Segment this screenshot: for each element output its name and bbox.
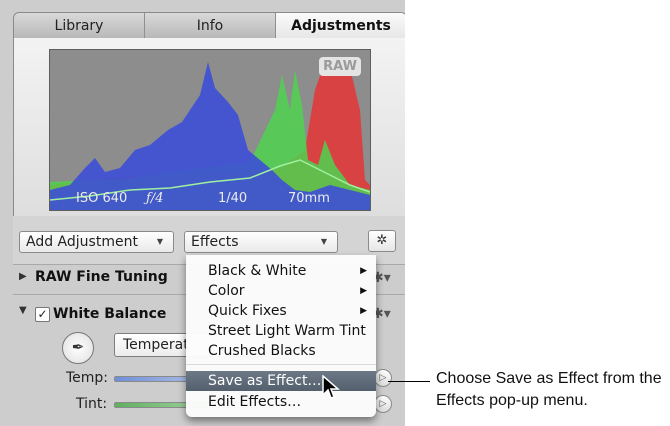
- focal-length-value: 70mm: [288, 191, 330, 206]
- raw-badge: RAW: [319, 57, 361, 76]
- callout-text: Choose Save as Effect from the Effects p…: [436, 370, 662, 409]
- raw-fine-tuning-label: RAW Fine Tuning: [35, 269, 168, 285]
- menu-item-edit-effects[interactable]: Edit Effects…: [186, 392, 376, 412]
- temp-label: Temp:: [66, 370, 109, 386]
- eyedropper-button[interactable]: ✒: [62, 332, 94, 364]
- aperture-value: ƒ/4: [146, 191, 164, 206]
- menu-item-crushed-blacks[interactable]: Crushed Blacks: [186, 341, 376, 361]
- inspector-tabs: Library Info Adjustments: [13, 12, 405, 40]
- white-balance-label: White Balance: [53, 306, 167, 322]
- disclosure-right-icon[interactable]: ▶: [19, 271, 27, 282]
- histogram: RAW ISO 640 ƒ/4 1/40 70mm: [49, 49, 371, 211]
- submenu-arrow-icon: ▶: [360, 286, 367, 296]
- menu-separator: [186, 364, 376, 365]
- menu-item-black-white[interactable]: Black & White ▶: [186, 261, 376, 281]
- tint-label: Tint:: [76, 396, 108, 412]
- shutter-value: 1/40: [218, 191, 248, 206]
- submenu-arrow-icon: ▶: [360, 266, 367, 276]
- add-adjustment-popup[interactable]: Add Adjustment ▼: [19, 231, 174, 253]
- menu-item-street-light-warm-tint[interactable]: Street Light Warm Tint: [186, 321, 376, 341]
- submenu-arrow-icon: ▶: [360, 306, 367, 316]
- mouse-pointer-icon: [322, 375, 340, 399]
- effects-menu: Black & White ▶ Color ▶ Quick Fixes ▶ Stree…: [186, 255, 376, 417]
- tint-reset-button[interactable]: ▷: [374, 395, 392, 413]
- chevron-down-icon: ▼: [156, 237, 163, 246]
- tab-adjustments[interactable]: Adjustments: [276, 13, 405, 39]
- disclosure-down-icon[interactable]: ▼: [19, 305, 27, 316]
- exif-info: ISO 640 ƒ/4 1/40 70mm: [50, 189, 370, 209]
- chevron-down-icon: ▼: [320, 237, 327, 246]
- callout-line: [388, 381, 430, 382]
- add-adjustment-label: Add Adjustment: [26, 234, 138, 250]
- tab-library[interactable]: Library: [14, 13, 145, 39]
- iso-value: ISO 640: [76, 191, 128, 206]
- white-balance-checkbox[interactable]: ✓: [35, 307, 50, 322]
- effects-label: Effects: [191, 234, 239, 250]
- effects-popup[interactable]: Effects ▼: [184, 231, 338, 253]
- magic-wand-icon: ✲: [376, 233, 388, 248]
- menu-item-quick-fixes[interactable]: Quick Fixes ▶: [186, 301, 376, 321]
- temp-reset-button[interactable]: ▷: [374, 369, 392, 387]
- menu-item-save-as-effect[interactable]: Save as Effect…: [186, 371, 376, 391]
- eyedropper-icon: ✒: [71, 338, 85, 356]
- tab-info[interactable]: Info: [145, 13, 276, 39]
- menu-item-color[interactable]: Color ▶: [186, 281, 376, 301]
- auto-enhance-button[interactable]: ✲: [368, 230, 396, 252]
- adjustments-inspector: Library Info Adjustments RAW ISO 640 ƒ/4…: [0, 0, 405, 426]
